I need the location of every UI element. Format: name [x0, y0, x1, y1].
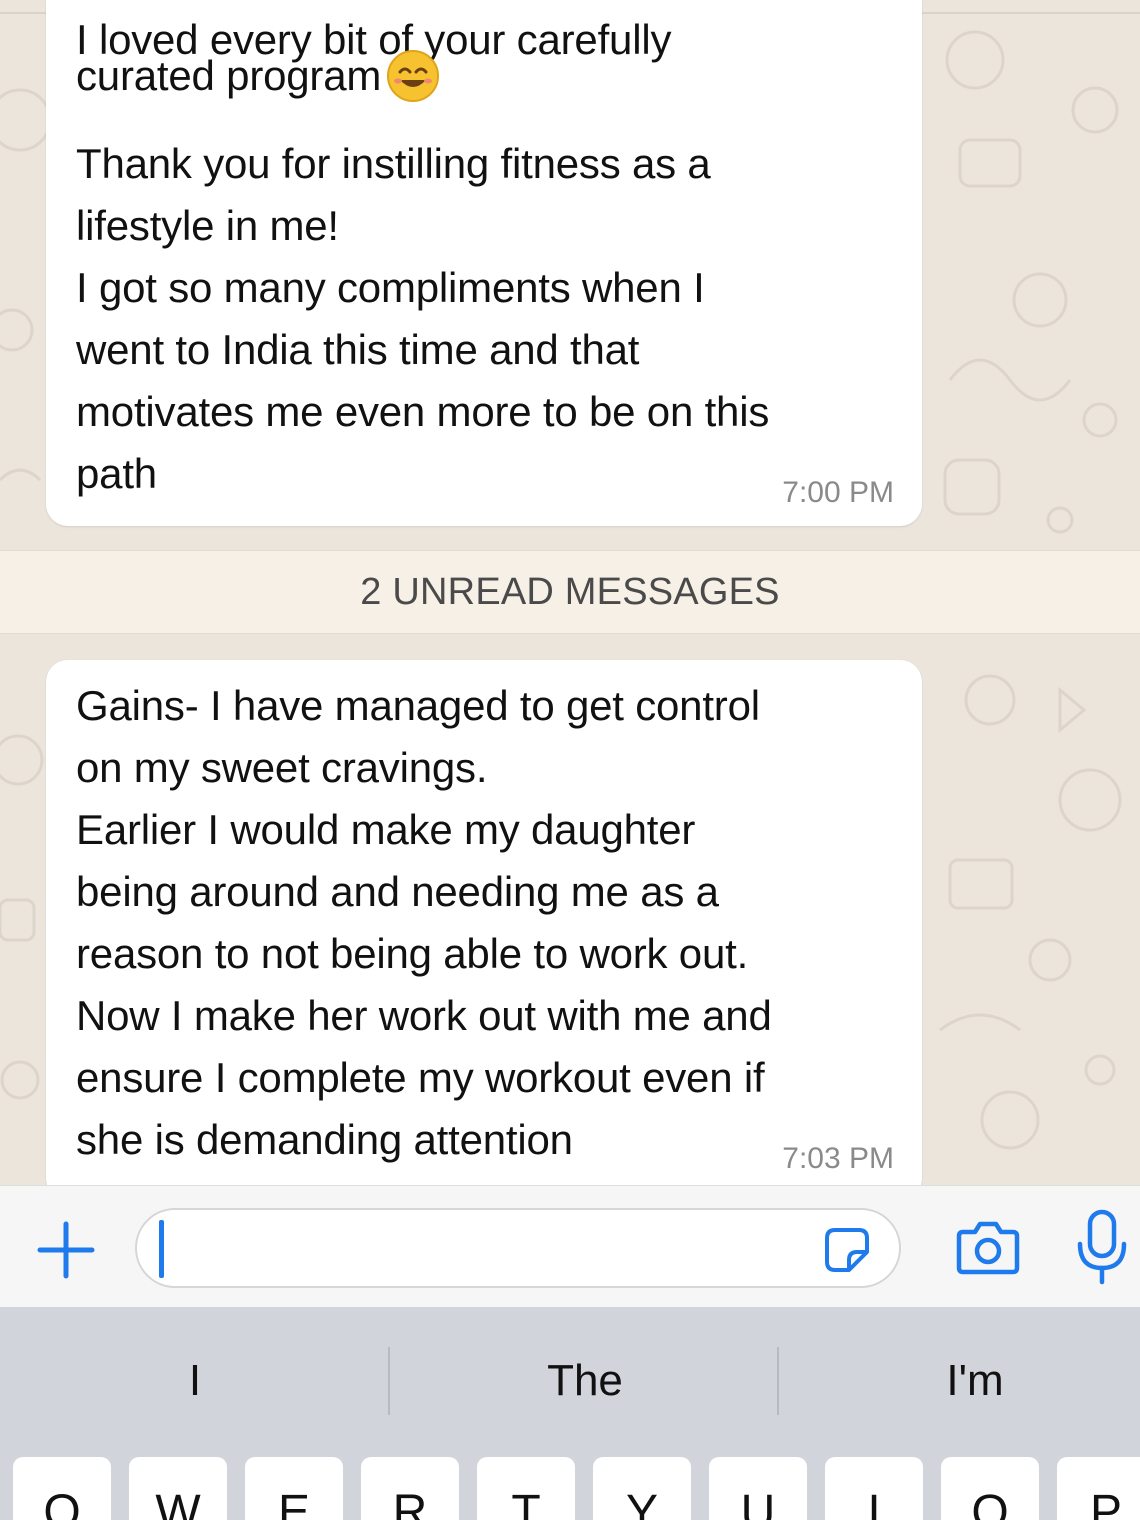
- on-screen-keyboard: I The I'm Q W E R T Y U I O P: [0, 1307, 1140, 1520]
- message-text-line: Now I make her work out with me and: [76, 992, 772, 1039]
- key-q[interactable]: Q: [13, 1457, 111, 1520]
- suggestion-1[interactable]: I: [5, 1307, 385, 1455]
- message-text-line: reason to not being able to work out.: [76, 930, 749, 977]
- unread-messages-label: 2 UNREAD MESSAGES: [360, 571, 780, 613]
- key-u[interactable]: U: [709, 1457, 807, 1520]
- key-e[interactable]: E: [245, 1457, 343, 1520]
- key-i[interactable]: I: [825, 1457, 923, 1520]
- smiling-face-emoji-icon: [387, 50, 440, 102]
- key-t[interactable]: T: [477, 1457, 575, 1520]
- message-text-line: she is demanding attention: [76, 1116, 573, 1163]
- message-text-line: lifestyle in me!: [76, 202, 339, 249]
- message-text: curated program: [76, 52, 382, 99]
- message-input-bar: [0, 1185, 1140, 1307]
- message-timestamp: 7:03 PM: [782, 1142, 894, 1175]
- message-bubble[interactable]: Gains- I have managed to get control on …: [46, 660, 922, 1185]
- suggestion-2[interactable]: The: [395, 1307, 775, 1455]
- key-p[interactable]: P: [1057, 1457, 1140, 1520]
- message-text-line-with-emoji: curated program: [76, 48, 441, 104]
- message-text-line: ensure I complete my workout even if: [76, 1054, 765, 1101]
- keyboard-top-row: Q W E R T Y U I O P: [0, 1457, 1140, 1520]
- message-timestamp: 7:00 PM: [782, 476, 894, 509]
- message-bubble[interactable]: I loved every bit of your carefully cura…: [46, 0, 922, 526]
- message-text-line: Earlier I would make my daughter: [76, 806, 696, 853]
- sticker-icon[interactable]: [823, 1226, 871, 1274]
- message-text-line: Gains- I have managed to get control: [76, 682, 760, 729]
- message-text-line: went to India this time and that: [76, 326, 640, 373]
- chat-area[interactable]: I loved every bit of your carefully cura…: [0, 0, 1140, 1185]
- message-text-line: path: [76, 450, 157, 497]
- key-r[interactable]: R: [361, 1457, 459, 1520]
- message-text-line: on my sweet cravings.: [76, 744, 488, 791]
- key-y[interactable]: Y: [593, 1457, 691, 1520]
- microphone-icon[interactable]: [1074, 1206, 1130, 1288]
- unread-messages-banner: 2 UNREAD MESSAGES: [0, 550, 1140, 634]
- suggestion-divider: [388, 1347, 390, 1415]
- message-text-line: being around and needing me as a: [76, 868, 719, 915]
- suggestion-3[interactable]: I'm: [785, 1307, 1140, 1455]
- text-caret: [159, 1220, 164, 1278]
- plus-icon[interactable]: [34, 1218, 98, 1282]
- message-text-line: Thank you for instilling fitness as a: [76, 140, 711, 187]
- camera-icon[interactable]: [955, 1216, 1021, 1278]
- message-text-line: motivates me even more to be on this: [76, 388, 770, 435]
- suggestion-divider: [777, 1347, 779, 1415]
- message-text-input[interactable]: [135, 1208, 901, 1288]
- message-text-line: I got so many compliments when I: [76, 264, 705, 311]
- key-w[interactable]: W: [129, 1457, 227, 1520]
- key-o[interactable]: O: [941, 1457, 1039, 1520]
